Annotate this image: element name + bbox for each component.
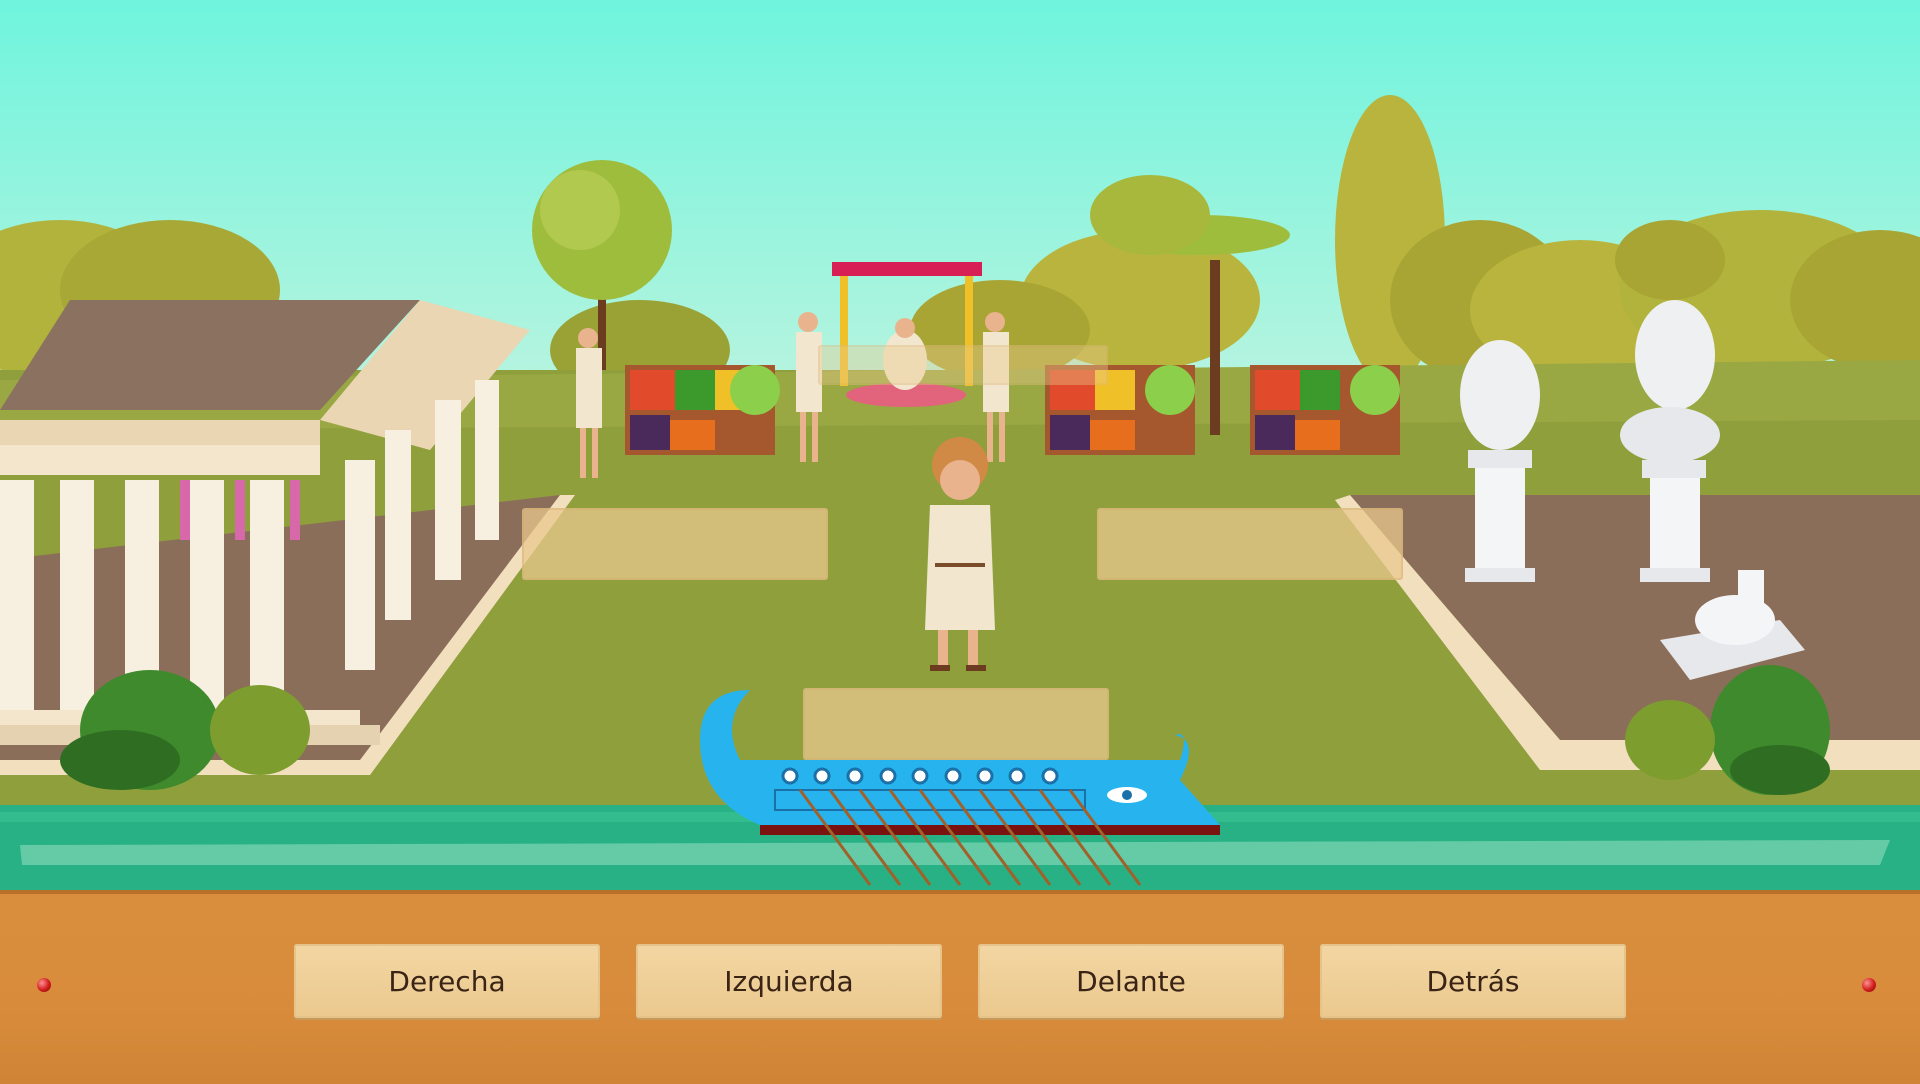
answer-button-delante[interactable]: Delante (978, 944, 1284, 1018)
answer-bar (0, 890, 1920, 1084)
drop-zone-market[interactable] (818, 345, 1108, 385)
answer-button-izquierda[interactable]: Izquierda (636, 944, 942, 1018)
drop-zone-front[interactable] (803, 688, 1109, 760)
answer-button-derecha[interactable]: Derecha (294, 944, 600, 1018)
market-stall-3 (1250, 365, 1400, 455)
right-corner-dot-icon (1862, 978, 1876, 992)
drop-zone-right[interactable] (1097, 508, 1403, 580)
market-stall-1 (625, 365, 780, 455)
tree-far-right (1615, 220, 1725, 300)
answer-button-detras[interactable]: Detrás (1320, 944, 1626, 1018)
left-corner-dot-icon (37, 978, 51, 992)
drop-zone-left[interactable] (522, 508, 828, 580)
